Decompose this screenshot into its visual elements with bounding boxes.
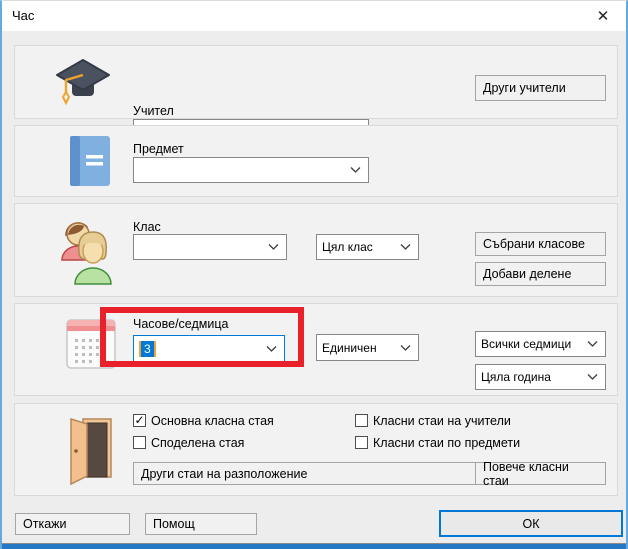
- weeks-value: Всички седмици: [481, 337, 571, 351]
- class-section: Клас Цял клас Събрани класове Добави дел…: [14, 203, 618, 297]
- help-button[interactable]: Помощ: [145, 513, 257, 535]
- other-rooms-button[interactable]: Други стаи на разположение: [133, 462, 477, 485]
- more-rooms-button[interactable]: Повече класни стаи: [475, 462, 606, 485]
- dialog-title: Час: [12, 8, 34, 23]
- other-teachers-button[interactable]: Други учители: [475, 75, 606, 101]
- subject-rooms-checkbox[interactable]: [355, 436, 368, 449]
- chevron-down-icon: [587, 374, 598, 381]
- chevron-down-icon: [350, 167, 361, 174]
- hours-selection: 3: [139, 341, 156, 357]
- chevron-down-icon: [400, 344, 411, 351]
- hours-per-week-combobox[interactable]: 3: [133, 335, 285, 362]
- lesson-dialog: Час ✕ Учител Други учители Предмет: [0, 0, 628, 549]
- taskbar-strip: [2, 543, 626, 549]
- class-combobox[interactable]: [133, 234, 287, 260]
- subject-combobox[interactable]: [133, 157, 369, 183]
- hours-per-week-label: Часове/седмица: [133, 317, 228, 331]
- chevron-down-icon: [266, 345, 277, 352]
- graduation-cap-icon: [53, 55, 113, 113]
- class-group-combobox[interactable]: Цял клас: [316, 234, 419, 260]
- joint-classes-button[interactable]: Събрани класове: [475, 232, 606, 256]
- terms-combobox[interactable]: Цяла година: [475, 364, 606, 390]
- calendar-icon: [65, 316, 117, 372]
- subject-section: Предмет: [14, 125, 618, 197]
- shared-room-label: Споделена стая: [151, 436, 244, 450]
- time-section: Часове/седмица 3 Единичен Всички седмици…: [14, 303, 618, 396]
- cancel-button[interactable]: Откажи: [15, 513, 130, 535]
- teacher-rooms-label: Класни стаи на учители: [373, 414, 511, 428]
- main-classroom-checkbox[interactable]: ✓: [133, 414, 146, 427]
- chevron-down-icon: [268, 244, 279, 251]
- class-group-combobox-value: Цял клас: [322, 240, 373, 254]
- teacher-rooms-checkbox[interactable]: [355, 414, 368, 427]
- students-icon: [59, 212, 121, 286]
- subject-label: Предмет: [133, 142, 184, 156]
- add-division-button[interactable]: Добави делене: [475, 262, 606, 286]
- teacher-section: Учител Други учители: [14, 45, 618, 119]
- teacher-label: Учител: [133, 104, 174, 118]
- shared-room-checkbox[interactable]: [133, 436, 146, 449]
- door-icon: [67, 414, 115, 486]
- terms-value: Цяла година: [481, 370, 551, 384]
- chevron-down-icon: [587, 341, 598, 348]
- rooms-section: ✓ Основна класна стая Споделена стая Кла…: [14, 403, 618, 496]
- text-caret: [154, 341, 156, 357]
- hours-per-week-value: 3: [141, 341, 154, 357]
- class-label: Клас: [133, 220, 161, 234]
- subject-rooms-label: Класни стаи по предмети: [373, 436, 520, 450]
- close-icon[interactable]: ✕: [588, 5, 618, 27]
- chevron-down-icon: [400, 244, 411, 251]
- main-classroom-label: Основна класна стая: [151, 414, 274, 428]
- book-icon: [67, 134, 113, 188]
- weeks-combobox[interactable]: Всички седмици: [475, 331, 606, 357]
- lesson-type-combobox[interactable]: Единичен: [316, 334, 419, 361]
- ok-button[interactable]: ОК: [439, 510, 623, 537]
- titlebar: Час ✕: [2, 1, 626, 31]
- lesson-type-value: Единичен: [322, 341, 377, 355]
